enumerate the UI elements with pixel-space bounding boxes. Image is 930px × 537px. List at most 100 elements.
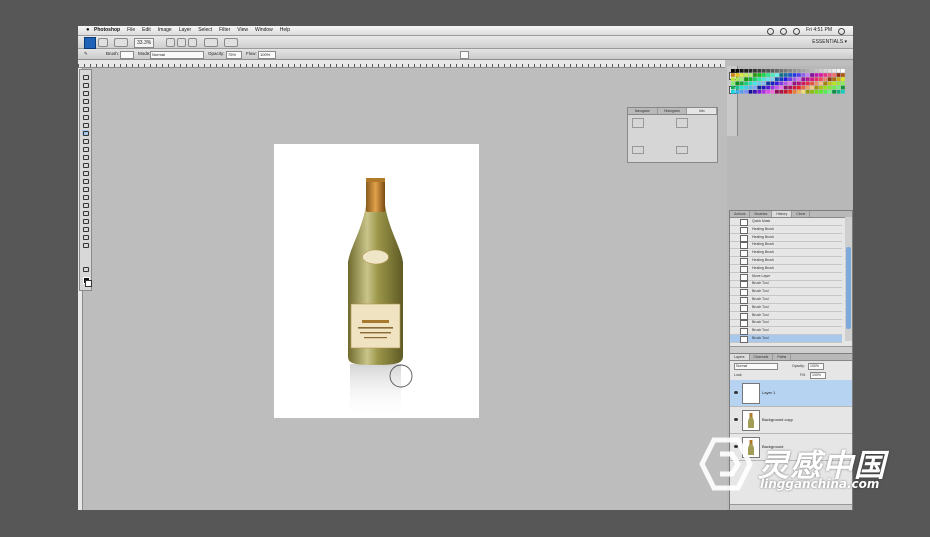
- color-swatch[interactable]: [814, 90, 819, 94]
- color-swatch[interactable]: [739, 85, 744, 90]
- history-item[interactable]: Healing Brush: [730, 249, 842, 258]
- color-swatch[interactable]: [810, 73, 814, 77]
- history-brush-tool-icon[interactable]: [82, 146, 89, 152]
- color-swatch[interactable]: [814, 77, 819, 81]
- wifi-icon[interactable]: [780, 27, 788, 35]
- opacity-input[interactable]: 75%: [226, 51, 242, 59]
- tab-clone[interactable]: Clone: [792, 211, 811, 217]
- history-item[interactable]: Brush Tool: [730, 304, 842, 312]
- color-swatch[interactable]: [814, 69, 819, 73]
- color-swatch[interactable]: [770, 90, 775, 94]
- background-color-swatch[interactable]: [85, 280, 92, 287]
- layer-row[interactable]: Background copy: [730, 407, 852, 434]
- color-swatch[interactable]: [810, 90, 814, 94]
- eye-icon[interactable]: [734, 391, 738, 394]
- color-swatch[interactable]: [757, 81, 762, 86]
- color-swatch[interactable]: [739, 90, 744, 94]
- tab-brushes[interactable]: Brushes: [750, 211, 773, 217]
- color-swatch[interactable]: [766, 77, 770, 81]
- pen-tool-icon[interactable]: [82, 186, 89, 192]
- menu-layer[interactable]: Layer: [179, 26, 192, 35]
- color-swatch[interactable]: [819, 90, 823, 94]
- color-swatch[interactable]: [797, 85, 801, 90]
- color-swatch[interactable]: [770, 85, 775, 90]
- color-swatch[interactable]: [753, 77, 757, 81]
- color-swatch[interactable]: [805, 77, 810, 81]
- color-swatch[interactable]: [819, 73, 823, 77]
- color-swatch[interactable]: [823, 73, 828, 77]
- color-swatch[interactable]: [788, 85, 792, 90]
- color-swatch[interactable]: [753, 90, 757, 94]
- color-swatch[interactable]: [836, 81, 841, 86]
- color-swatch[interactable]: [770, 69, 775, 73]
- marquee-tool-icon[interactable]: [82, 82, 89, 88]
- color-swatch[interactable]: [770, 73, 775, 77]
- menu-edit[interactable]: Edit: [142, 26, 151, 35]
- color-swatch[interactable]: [827, 85, 832, 90]
- color-swatch[interactable]: [805, 73, 810, 77]
- color-swatch[interactable]: [779, 73, 784, 77]
- color-swatch[interactable]: [753, 69, 757, 73]
- menu-help[interactable]: Help: [280, 26, 290, 35]
- menu-file[interactable]: File: [127, 26, 135, 35]
- history-item[interactable]: Healing Brush: [730, 234, 842, 242]
- color-swatch[interactable]: [783, 81, 788, 86]
- document-canvas[interactable]: [274, 144, 479, 418]
- color-swatch[interactable]: [792, 81, 797, 86]
- color-swatch[interactable]: [731, 85, 735, 90]
- menu-image[interactable]: Image: [158, 26, 172, 35]
- color-swatch[interactable]: [739, 81, 744, 86]
- color-swatch[interactable]: [819, 85, 823, 90]
- color-swatch[interactable]: [801, 77, 806, 81]
- color-swatch[interactable]: [841, 85, 845, 90]
- spotlight-icon[interactable]: [838, 27, 845, 35]
- color-swatch[interactable]: [832, 85, 836, 90]
- fill-input[interactable]: 100%: [810, 372, 826, 379]
- history-scrollbar[interactable]: [845, 217, 852, 341]
- color-swatch[interactable]: [744, 77, 748, 81]
- history-item[interactable]: Brush Tool: [730, 319, 842, 328]
- color-swatch[interactable]: [801, 73, 806, 77]
- tab-actions[interactable]: Actions: [730, 211, 751, 217]
- color-swatch[interactable]: [761, 85, 766, 90]
- color-swatch[interactable]: [823, 77, 828, 81]
- blend-mode-select[interactable]: Normal: [734, 363, 778, 370]
- path-selection-tool-icon[interactable]: [82, 202, 89, 208]
- move-tool-icon[interactable]: [82, 74, 89, 80]
- color-swatch[interactable]: [832, 77, 836, 81]
- color-swatch[interactable]: [810, 85, 814, 90]
- color-swatch[interactable]: [792, 69, 797, 73]
- color-swatch[interactable]: [731, 69, 735, 73]
- color-swatch[interactable]: [827, 69, 832, 73]
- color-swatch[interactable]: [744, 69, 748, 73]
- apple-icon[interactable]: ●: [86, 26, 90, 35]
- color-swatch[interactable]: [735, 73, 740, 77]
- brush-tool-icon[interactable]: [82, 130, 89, 136]
- color-swatch[interactable]: [832, 73, 836, 77]
- color-swatch[interactable]: [797, 90, 801, 94]
- color-swatch[interactable]: [783, 69, 788, 73]
- menu-window[interactable]: Window: [255, 26, 273, 35]
- clock[interactable]: Fri 4:51 PM: [806, 26, 832, 35]
- menu-photoshop[interactable]: Photoshop: [94, 26, 120, 35]
- volume-icon[interactable]: [793, 27, 801, 35]
- color-swatch[interactable]: [814, 85, 819, 90]
- color-swatch[interactable]: [757, 77, 762, 81]
- color-swatch[interactable]: [792, 73, 797, 77]
- color-swatch[interactable]: [810, 81, 814, 86]
- color-swatch[interactable]: [836, 85, 841, 90]
- clone-stamp-tool-icon[interactable]: [82, 138, 89, 144]
- color-swatch[interactable]: [823, 69, 828, 73]
- blur-tool-icon[interactable]: [82, 170, 89, 176]
- color-swatch[interactable]: [766, 73, 770, 77]
- color-swatch[interactable]: [757, 90, 762, 94]
- tab-navigator[interactable]: Navigator: [628, 108, 658, 114]
- color-swatch[interactable]: [823, 85, 828, 90]
- color-swatch[interactable]: [797, 77, 801, 81]
- color-swatch[interactable]: [748, 73, 753, 77]
- color-swatch[interactable]: [735, 69, 740, 73]
- shape-tool-icon[interactable]: [82, 210, 89, 216]
- quick-mask-icon[interactable]: [82, 266, 89, 272]
- history-item[interactable]: Brush Tool: [730, 296, 842, 304]
- color-swatch[interactable]: [761, 90, 766, 94]
